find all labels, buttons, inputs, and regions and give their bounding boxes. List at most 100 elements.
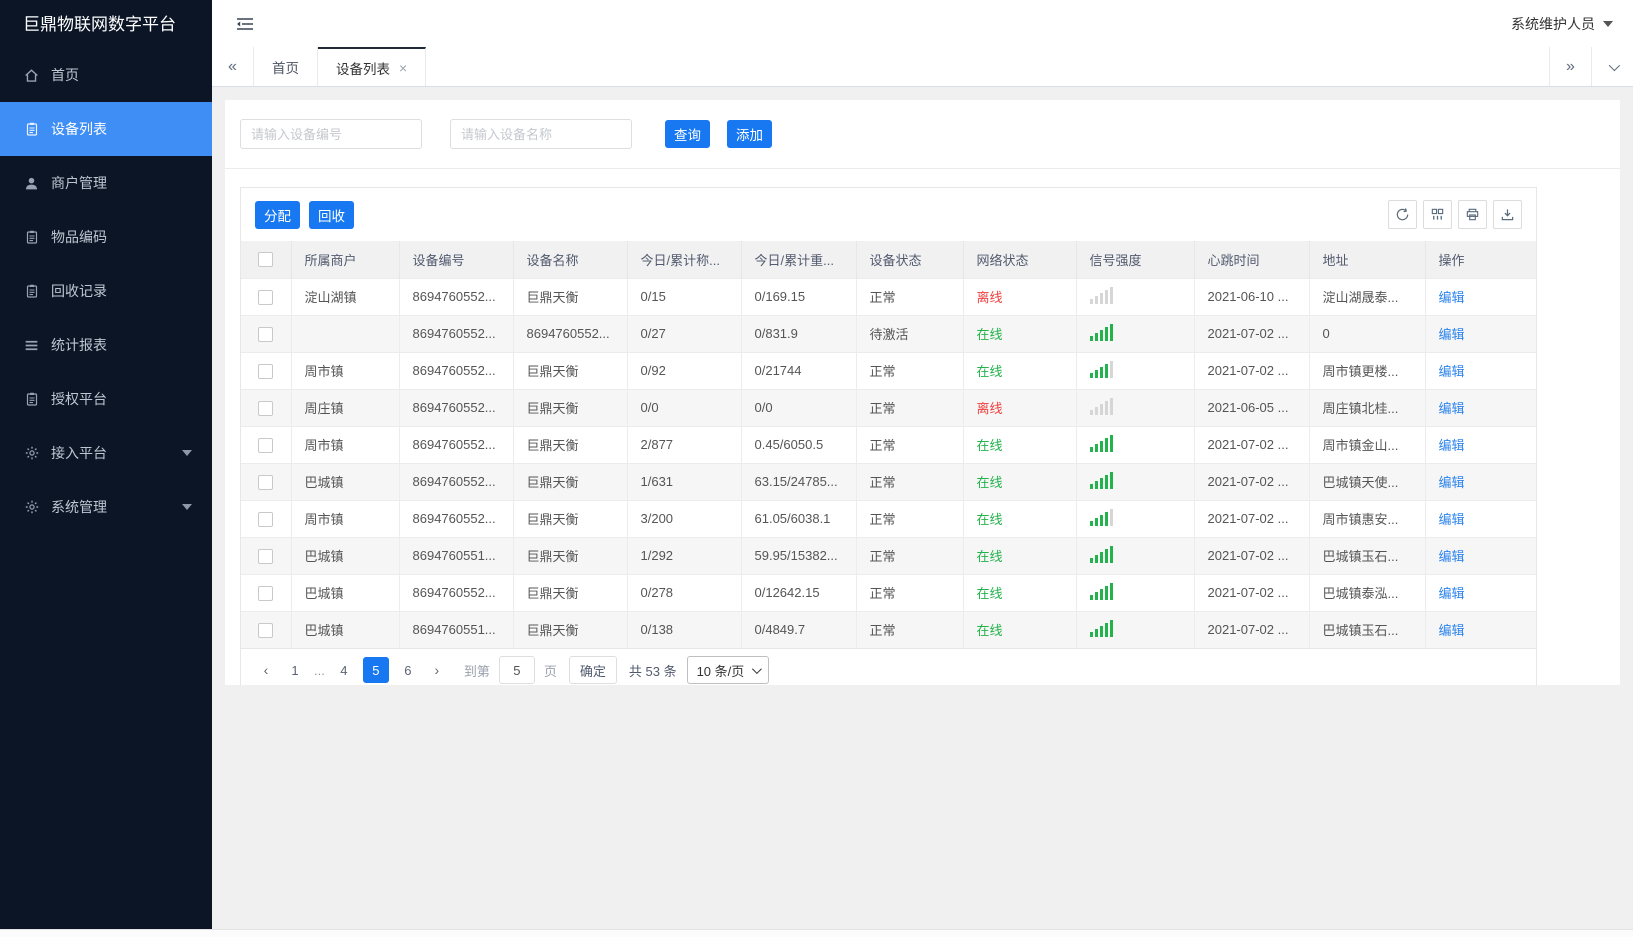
row-checkbox[interactable] [258, 289, 274, 305]
next-page-icon[interactable]: › [424, 657, 450, 683]
page-button-6[interactable]: 6 [395, 657, 421, 683]
edit-link[interactable]: 编辑 [1439, 290, 1465, 305]
edit-link[interactable]: 编辑 [1439, 438, 1465, 453]
download-icon[interactable] [1493, 200, 1522, 229]
user-menu[interactable]: 系统维护人员 [1511, 14, 1613, 34]
horizontal-scrollbar[interactable] [0, 929, 1633, 937]
sidebar-item-access-platform[interactable]: 接入平台 [0, 426, 212, 480]
cell-today-weight: 0/831.9 [740, 314, 856, 352]
cell-network-status: 离线 [962, 388, 1076, 426]
cell-address: 周市镇惠安... [1308, 499, 1425, 537]
chevron-down-icon [752, 663, 763, 674]
report-icon [23, 337, 40, 354]
cell-action: 编辑 [1424, 573, 1536, 611]
columns-setting-icon[interactable] [1423, 200, 1452, 229]
edit-link[interactable]: 编辑 [1439, 512, 1465, 527]
device-name-input[interactable] [450, 119, 632, 149]
cell-device-name: 巨鼎天衡 [512, 277, 627, 315]
row-checkbox[interactable] [258, 437, 274, 453]
prev-page-icon[interactable]: ‹ [253, 657, 279, 683]
sidebar-item-merchant[interactable]: 商户管理 [0, 156, 212, 210]
sidebar-collapse-icon[interactable] [236, 16, 254, 32]
goto-page-suffix: 页 [543, 663, 557, 679]
col-action: 操作 [1424, 241, 1536, 278]
row-checkbox[interactable] [258, 400, 274, 416]
cell-signal [1075, 388, 1194, 426]
goto-page-input[interactable] [498, 656, 535, 684]
cell-merchant: 周市镇 [290, 351, 399, 389]
edit-link[interactable]: 编辑 [1439, 401, 1465, 416]
sidebar-item-label: 统计报表 [51, 337, 107, 353]
edit-link[interactable]: 编辑 [1439, 364, 1465, 379]
cell-device-no: 8694760552... [398, 314, 513, 352]
tab-device-list[interactable]: 设备列表 × [318, 47, 427, 86]
cell-heartbeat: 2021-07-02 ... [1193, 573, 1309, 611]
col-device-no: 设备编号 [398, 241, 513, 278]
sidebar-item-auth-platform[interactable]: 授权平台 [0, 372, 212, 426]
add-button[interactable]: 添加 [727, 120, 772, 148]
select-all-checkbox[interactable] [258, 252, 274, 268]
signal-strength-icon [1089, 508, 1113, 526]
cell-signal [1075, 462, 1194, 500]
main-area: 系统维护人员 « 首页 设备列表 × » 查询 添 [212, 0, 1633, 929]
sidebar-item-item-code[interactable]: 物品编码 [0, 210, 212, 264]
device-list-card: 查询 添加 分配 回收 [225, 100, 1620, 685]
cell-address: 巴城镇天使... [1308, 462, 1425, 500]
cell-signal [1075, 610, 1194, 648]
signal-strength-icon [1089, 619, 1113, 637]
edit-link[interactable]: 编辑 [1439, 623, 1465, 638]
tabs-menu-icon[interactable] [1591, 47, 1633, 86]
cell-device-no: 8694760552... [398, 499, 513, 537]
app-page: 巨鼎物联网数字平台 首页 设备列表 商户管理 物品编码 回收记录 统计报表 授权… [0, 0, 1633, 929]
table-row: 周市镇 8694760552... 巨鼎天衡 3/200 61.05/6038.… [241, 499, 1536, 537]
chevron-down-icon [182, 450, 192, 456]
page-button-1[interactable]: 1 [282, 657, 308, 683]
tabbar: « 首页 设备列表 × » [212, 47, 1633, 87]
row-checkbox[interactable] [258, 474, 274, 490]
sidebar-item-report[interactable]: 统计报表 [0, 318, 212, 372]
edit-link[interactable]: 编辑 [1439, 475, 1465, 490]
page-button-4[interactable]: 4 [331, 657, 357, 683]
cell-device-status: 待激活 [855, 314, 963, 352]
row-checkbox[interactable] [258, 622, 274, 638]
sidebar-item-recycle-record[interactable]: 回收记录 [0, 264, 212, 318]
row-checkbox[interactable] [258, 511, 274, 527]
tabs-scroll-right-icon[interactable]: » [1549, 47, 1591, 86]
row-checkbox[interactable] [258, 548, 274, 564]
tab-home[interactable]: 首页 [254, 47, 318, 86]
toolbar-icons [1388, 200, 1522, 229]
cell-device-no: 8694760552... [398, 277, 513, 315]
page-size-select[interactable]: 10 条/页 [686, 656, 770, 684]
recycle-record-icon [23, 283, 40, 300]
cell-network-status: 在线 [962, 499, 1076, 537]
edit-link[interactable]: 编辑 [1439, 586, 1465, 601]
allocate-button[interactable]: 分配 [255, 200, 300, 229]
page-button-5-current[interactable]: 5 [362, 657, 389, 683]
sidebar-item-home[interactable]: 首页 [0, 48, 212, 102]
close-icon[interactable]: × [399, 60, 407, 76]
cell-device-name: 巨鼎天衡 [512, 388, 627, 426]
device-table-body: 淀山湖镇 8694760552... 巨鼎天衡 0/15 0/169.15 正常… [241, 277, 1536, 648]
edit-link[interactable]: 编辑 [1439, 327, 1465, 342]
cell-merchant: 周市镇 [290, 425, 399, 463]
refresh-icon[interactable] [1388, 200, 1417, 229]
recycle-button[interactable]: 回收 [309, 200, 354, 229]
row-checkbox[interactable] [258, 585, 274, 601]
device-no-input[interactable] [240, 119, 422, 149]
query-button[interactable]: 查询 [665, 120, 710, 148]
cell-today-weight: 63.15/24785... [740, 462, 856, 500]
cell-today-count: 0/92 [626, 351, 741, 389]
row-checkbox[interactable] [258, 363, 274, 379]
cell-today-count: 0/15 [626, 277, 741, 315]
goto-confirm-button[interactable]: 确定 [568, 656, 617, 684]
sidebar-item-system-management[interactable]: 系统管理 [0, 480, 212, 534]
print-icon[interactable] [1458, 200, 1487, 229]
sidebar-item-device-list[interactable]: 设备列表 [0, 102, 212, 156]
edit-link[interactable]: 编辑 [1439, 549, 1465, 564]
cell-device-name: 巨鼎天衡 [512, 610, 627, 648]
tabs-scroll-left-icon[interactable]: « [212, 47, 254, 86]
table-row: 8694760552... 8694760552... 0/27 0/831.9… [241, 314, 1536, 352]
row-checkbox[interactable] [258, 326, 274, 342]
cell-signal [1075, 499, 1194, 537]
cell-today-count: 0/27 [626, 314, 741, 352]
